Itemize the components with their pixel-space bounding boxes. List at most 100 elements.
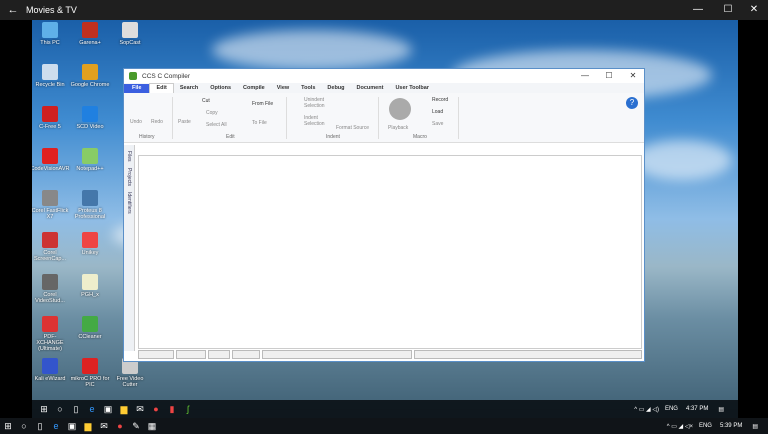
desktop-icon[interactable]: Proteus 8 Professional — [70, 190, 110, 220]
desktop-icon[interactable]: SopCast — [110, 22, 150, 46]
edge-icon[interactable]: e — [84, 404, 100, 414]
desktop-icon[interactable]: Corel FastFlick X7 — [32, 190, 70, 220]
load-button[interactable]: Load — [432, 109, 443, 115]
mail-icon[interactable]: ✉ — [132, 404, 148, 415]
paste-button[interactable]: Paste — [178, 119, 191, 125]
desktop-icon[interactable]: CCleaner — [70, 316, 110, 340]
desktop-icon[interactable]: Corel ScreenCap... — [32, 232, 70, 262]
select-all-button[interactable]: Select All — [206, 122, 227, 128]
explorer-icon[interactable]: ▆ — [116, 404, 132, 415]
to-file-button[interactable]: To File — [252, 120, 267, 126]
maximize-button[interactable]: ☐ — [598, 69, 620, 83]
app-icon — [82, 106, 98, 122]
tab-view[interactable]: View — [271, 84, 295, 93]
desktop-icon[interactable]: CodeVisionAVR — [32, 148, 70, 172]
desktop-icon[interactable]: This PC — [32, 22, 70, 46]
app-icon — [42, 358, 58, 374]
video-frame[interactable]: This PC Garena+ SopCast Recycle Bin Google C… — [32, 20, 738, 418]
group-macro: Macro — [413, 134, 427, 140]
start-icon[interactable]: ⊞ — [36, 404, 52, 415]
chrome-icon[interactable]: ● — [148, 404, 164, 414]
close-button[interactable]: ✕ — [622, 69, 644, 83]
from-file-button[interactable]: From File — [252, 101, 273, 107]
unindent-button[interactable]: Unindent Selection — [304, 97, 334, 109]
side-panel-tabs: Files Projects Identifiers — [124, 145, 135, 351]
lang-indicator[interactable]: ENG — [699, 423, 712, 429]
tray-icons[interactable]: ^ ▭ ◢ ◁) — [634, 406, 659, 413]
store-icon[interactable]: ▣ — [64, 421, 80, 432]
ribbon-tabs: File Edit Search Options Compile View Tools Deb… — [124, 83, 644, 93]
movies-tv-icon[interactable]: ▦ — [144, 421, 160, 432]
explorer-icon[interactable]: ▆ — [80, 421, 96, 432]
desktop-icon[interactable]: Free Video Cutter — [110, 358, 150, 388]
edge-icon[interactable]: e — [48, 421, 64, 431]
help-icon[interactable]: ? — [626, 97, 638, 109]
app-icon — [42, 64, 58, 80]
inner-lang[interactable]: ENG — [665, 406, 678, 412]
desktop-icon-label: Free Video Cutter — [116, 376, 144, 388]
desktop-icon[interactable]: Recycle Bin — [32, 64, 70, 88]
tray-icons[interactable]: ^ ▭ ◢ ◁× — [667, 423, 693, 430]
desktop-icon[interactable]: Garena+ — [70, 22, 110, 46]
tab-search[interactable]: Search — [174, 84, 204, 93]
desktop-icon[interactable]: mikroC PRO for PIC — [70, 358, 110, 388]
playback-icon[interactable] — [389, 98, 411, 120]
task-view-icon[interactable]: ▯ — [32, 421, 48, 432]
group-edit: Edit — [226, 134, 235, 140]
tab-file[interactable]: File — [124, 84, 150, 93]
desktop-icon[interactable]: PDF-XCHANGE (Ultimate) — [32, 316, 70, 352]
app-icon[interactable]: ▮ — [164, 404, 180, 415]
action-center-icon[interactable]: ▤ — [752, 423, 758, 430]
start-icon[interactable]: ⊞ — [0, 421, 16, 432]
ccs-compiler-window: CCS C Compiler — ☐ ✕ File Edit Search Optio… — [123, 68, 645, 362]
redo-button[interactable]: Redo — [151, 119, 163, 125]
desktop-icon[interactable]: PGH_x — [70, 274, 110, 298]
desktop-icon[interactable]: C-Free 5 — [32, 106, 70, 130]
save-button[interactable]: Save — [432, 121, 443, 127]
tab-user-toolbar[interactable]: User Toolbar — [389, 84, 435, 93]
desktop-icon-label: Corel ScreenCap... — [33, 250, 67, 262]
desktop-icon[interactable]: SCD Video — [70, 106, 110, 130]
side-tab-identifiers[interactable]: Identifiers — [126, 192, 132, 214]
tab-document[interactable]: Document — [351, 84, 390, 93]
code-editor[interactable] — [138, 155, 642, 349]
paint-icon[interactable]: ✎ — [128, 421, 144, 432]
maximize-button[interactable]: ☐ — [714, 0, 742, 20]
tab-edit[interactable]: Edit — [149, 83, 174, 93]
format-source-button[interactable]: Format Source — [336, 125, 369, 131]
search-icon[interactable]: ○ — [52, 404, 68, 414]
notification-icon[interactable]: ▤ — [718, 406, 724, 413]
mail-icon[interactable]: ✉ — [96, 421, 112, 432]
ccs-taskbar-icon[interactable]: ʃ — [180, 404, 196, 414]
desktop-icon[interactable]: Notepad++ — [70, 148, 110, 172]
undo-button[interactable]: Undo — [130, 119, 142, 125]
tab-tools[interactable]: Tools — [295, 84, 321, 93]
close-button[interactable]: ✕ — [740, 0, 768, 20]
side-tab-files[interactable]: Files — [126, 151, 132, 162]
record-button[interactable]: Record — [432, 97, 448, 103]
task-view-icon[interactable]: ▯ — [68, 404, 84, 415]
tab-debug[interactable]: Debug — [321, 84, 350, 93]
indent-button[interactable]: Indent Selection — [304, 115, 334, 127]
playback-button[interactable]: Playback — [388, 125, 408, 131]
tab-compile[interactable]: Compile — [237, 84, 271, 93]
tab-options[interactable]: Options — [204, 84, 237, 93]
store-icon[interactable]: ▣ — [100, 404, 116, 415]
desktop-icon-label: PGH_x — [81, 292, 99, 298]
search-icon[interactable]: ○ — [16, 421, 32, 431]
desktop-icon-label: Corel FastFlick X7 — [32, 208, 69, 220]
cut-button[interactable]: Cut — [202, 98, 210, 104]
inner-taskbar: ⊞ ○ ▯ e ▣ ▆ ✉ ● ▮ ʃ ^ ▭ ◢ ◁) ENG 4:37 PM… — [32, 400, 738, 418]
desktop-icon[interactable]: Kali eWizard — [32, 358, 70, 382]
desktop-icon[interactable]: Google Chrome — [70, 64, 110, 88]
desktop-icon[interactable]: Corel VideoStud... — [32, 274, 70, 304]
back-arrow-icon[interactable]: ← — [0, 4, 26, 16]
chrome-icon[interactable]: ● — [112, 421, 128, 431]
minimize-button[interactable]: — — [574, 69, 596, 83]
side-tab-projects[interactable]: Projects — [126, 168, 132, 186]
clock[interactable]: 5:39 PM — [720, 423, 742, 429]
inner-clock[interactable]: 4:37 PM — [686, 406, 708, 412]
minimize-button[interactable]: — — [684, 0, 712, 20]
desktop-icon[interactable]: Unikey — [70, 232, 110, 256]
copy-button[interactable]: Copy — [206, 110, 218, 116]
